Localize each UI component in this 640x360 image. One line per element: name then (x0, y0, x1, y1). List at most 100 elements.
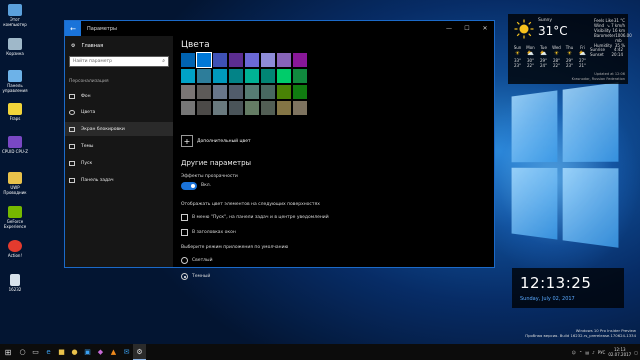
color-swatch[interactable] (197, 101, 211, 115)
sidebar-item-background[interactable]: Фон (65, 89, 173, 103)
titlebars-checkbox[interactable] (181, 229, 188, 236)
start-taskbar-label: В меню "Пуск", на панели задач и в центр… (192, 215, 329, 220)
color-swatch[interactable] (181, 85, 195, 99)
back-button[interactable]: ← (65, 21, 81, 36)
taskbar-clock[interactable]: 12:13 02.07.2017 (608, 347, 631, 357)
color-swatch[interactable] (293, 53, 307, 67)
color-swatch[interactable] (245, 53, 259, 67)
color-swatch[interactable] (261, 53, 275, 67)
color-swatch[interactable] (277, 69, 291, 83)
transparency-toggle[interactable] (181, 182, 197, 190)
taskbar-app-edge[interactable]: e (42, 344, 55, 360)
people-icon[interactable]: ☺ (572, 350, 576, 355)
language-indicator[interactable]: РУС (598, 350, 606, 355)
color-swatch[interactable] (213, 101, 227, 115)
color-swatch[interactable] (229, 69, 243, 83)
forecast-day: Tue ⛅ 29° 24° (539, 45, 548, 68)
task-view-button[interactable]: ▭ (29, 344, 42, 360)
sun-icon: ☀ (553, 50, 560, 57)
maximize-button[interactable]: ☐ (458, 21, 476, 36)
color-swatch[interactable] (245, 85, 259, 99)
minimize-button[interactable]: — (440, 21, 458, 36)
weather-condition: Sunny (538, 18, 553, 23)
color-swatch[interactable] (196, 52, 212, 68)
start-icon (69, 160, 75, 166)
volume-icon[interactable]: ♪ (592, 350, 595, 355)
folder-icon: ■ (58, 348, 65, 356)
sun-icon: ☀ (514, 50, 521, 57)
color-swatch[interactable] (245, 101, 259, 115)
title-bar[interactable]: ← Параметры — ☐ ✕ (65, 21, 494, 36)
search-button[interactable]: ○ (16, 344, 29, 360)
partly-cloudy-icon: ⛅ (578, 50, 587, 57)
plus-icon: + (181, 135, 193, 147)
color-swatch[interactable] (229, 85, 243, 99)
taskbar-app-settings[interactable]: ⚙ (133, 344, 146, 360)
color-swatch[interactable] (261, 101, 275, 115)
color-swatch[interactable] (261, 69, 275, 83)
color-swatch[interactable] (293, 85, 307, 99)
titlebars-label: В заголовках окон (192, 230, 236, 235)
color-swatch[interactable] (229, 53, 243, 67)
folder-icon (8, 172, 22, 184)
desktop-icon-file-16232[interactable]: 16232 (2, 274, 28, 292)
sidebar-section-title: Персонализация (69, 79, 109, 84)
color-swatch[interactable] (181, 101, 195, 115)
action-record-icon (8, 240, 22, 252)
computer-icon (8, 4, 22, 16)
taskbar-app-store[interactable]: ▣ (81, 344, 94, 360)
taskbar-app-media[interactable]: ◆ (94, 344, 107, 360)
taskbar-app-mail[interactable]: ✉ (120, 344, 133, 360)
color-swatch[interactable] (181, 69, 195, 83)
sidebar-item-themes[interactable]: Темы (65, 139, 173, 153)
close-button[interactable]: ✕ (476, 21, 494, 36)
taskbar-app-vlc[interactable]: ▲ (107, 344, 120, 360)
color-swatch[interactable] (229, 101, 243, 115)
store-icon: ▣ (84, 348, 91, 356)
desktop-icon-action[interactable]: Action! (2, 240, 28, 258)
control-panel-icon (8, 70, 22, 82)
start-button[interactable]: ⊞ (0, 344, 16, 360)
palette-icon (69, 109, 75, 115)
desktop-icon-this-pc[interactable]: Этот компьютер (2, 4, 28, 27)
desktop-icon-uwp-explorer[interactable]: UWP Проводник (2, 172, 28, 195)
color-swatch-grid (181, 52, 307, 115)
desktop-icon-cpu-z[interactable]: CPUID CPU-Z (2, 136, 28, 154)
color-swatch[interactable] (213, 69, 227, 83)
sidebar-item-colors[interactable]: Цвета (65, 105, 173, 119)
color-swatch[interactable] (181, 53, 195, 67)
dark-mode-radio[interactable] (181, 273, 188, 280)
color-swatch[interactable] (245, 69, 259, 83)
sidebar-item-lock-screen[interactable]: Экран блокировки (65, 122, 173, 136)
desktop-icon-geforce[interactable]: GeForce Experience (2, 206, 28, 229)
chevron-up-icon[interactable]: ⌃ (579, 350, 582, 355)
color-swatch[interactable] (261, 85, 275, 99)
file-icon (10, 274, 20, 286)
color-swatch[interactable] (213, 53, 227, 67)
color-swatch[interactable] (277, 85, 291, 99)
taskbar-app-chrome[interactable]: ● (68, 344, 81, 360)
sidebar-item-start[interactable]: Пуск (65, 156, 173, 170)
custom-color-button[interactable]: + Дополнительный цвет (181, 135, 251, 147)
desktop-icon-recycle-bin[interactable]: Корзина (2, 38, 28, 56)
desktop-icon-fraps[interactable]: Fraps (2, 103, 28, 121)
color-swatch[interactable] (197, 85, 211, 99)
desktop-icon-control-panel[interactable]: Панель управления (2, 70, 28, 93)
sidebar-item-home[interactable]: ⚙ Главная (71, 43, 103, 49)
color-swatch[interactable] (197, 69, 211, 83)
color-swatch[interactable] (293, 69, 307, 83)
sidebar-item-taskbar[interactable]: Панель задач (65, 173, 173, 187)
color-swatch[interactable] (293, 101, 307, 115)
search-input[interactable]: Найти параметр ⌕ (69, 56, 169, 67)
light-mode-radio[interactable] (181, 257, 188, 264)
taskbar-app-explorer[interactable]: ■ (55, 344, 68, 360)
notification-icon[interactable]: ▢ (634, 350, 638, 355)
color-swatch[interactable] (277, 53, 291, 67)
partly-cloudy-icon: ⛅ (526, 50, 535, 57)
network-icon[interactable]: ▤ (585, 350, 589, 355)
back-arrow-icon: ← (70, 24, 76, 33)
color-swatch[interactable] (277, 101, 291, 115)
start-taskbar-checkbox[interactable] (181, 214, 188, 221)
color-swatch[interactable] (213, 85, 227, 99)
build-watermark: Windows 10 Pro Insider Preview Пробная в… (525, 328, 636, 338)
